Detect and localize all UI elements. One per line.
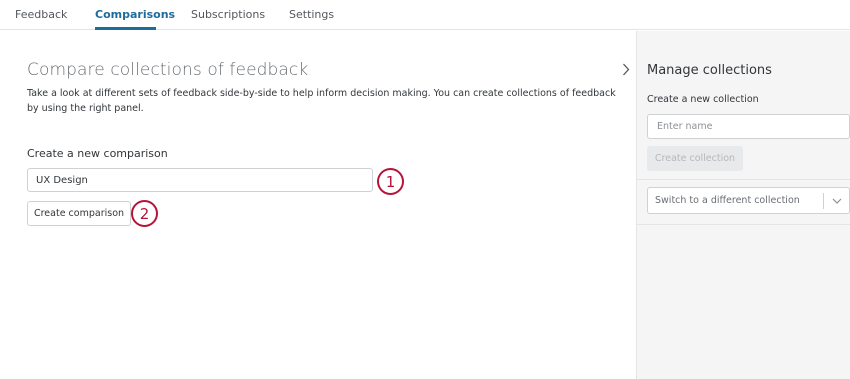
page-description: Take a look at different sets of feedbac… [27,88,616,114]
comparison-name-input[interactable] [27,168,373,192]
main-content: Compare collections of feedback Take a l… [0,31,636,379]
create-collection-button[interactable]: Create collection [647,146,743,171]
manage-collections-panel: Manage collections Create a new collecti… [636,31,850,379]
active-tab-indicator [95,27,156,30]
page-title: Compare collections of feedback [27,60,309,80]
collection-name-input[interactable] [647,114,850,139]
create-collection-label: Create a new collection [647,94,759,105]
step-1-badge: 1 [377,168,404,195]
top-navigation: Feedback Comparisons Subscriptions Setti… [0,0,850,30]
panel-title: Manage collections [647,63,772,78]
panel-divider [637,179,850,180]
panel-divider [637,224,850,225]
select-separator [823,193,824,209]
switch-collection-label: Switch to a different collection [655,195,800,206]
collapse-panel-button[interactable] [616,57,636,81]
step-2-badge: 2 [131,200,158,227]
tab-settings[interactable]: Settings [289,8,334,21]
create-comparison-button[interactable]: Create comparison [27,201,131,226]
chevron-right-icon [623,63,630,75]
tab-comparisons[interactable]: Comparisons [95,8,175,21]
tab-feedback[interactable]: Feedback [15,8,67,21]
tab-subscriptions[interactable]: Subscriptions [191,8,265,21]
create-comparison-label: Create a new comparison [27,147,168,160]
chevron-down-icon [829,194,845,208]
switch-collection-select[interactable]: Switch to a different collection [647,187,850,214]
